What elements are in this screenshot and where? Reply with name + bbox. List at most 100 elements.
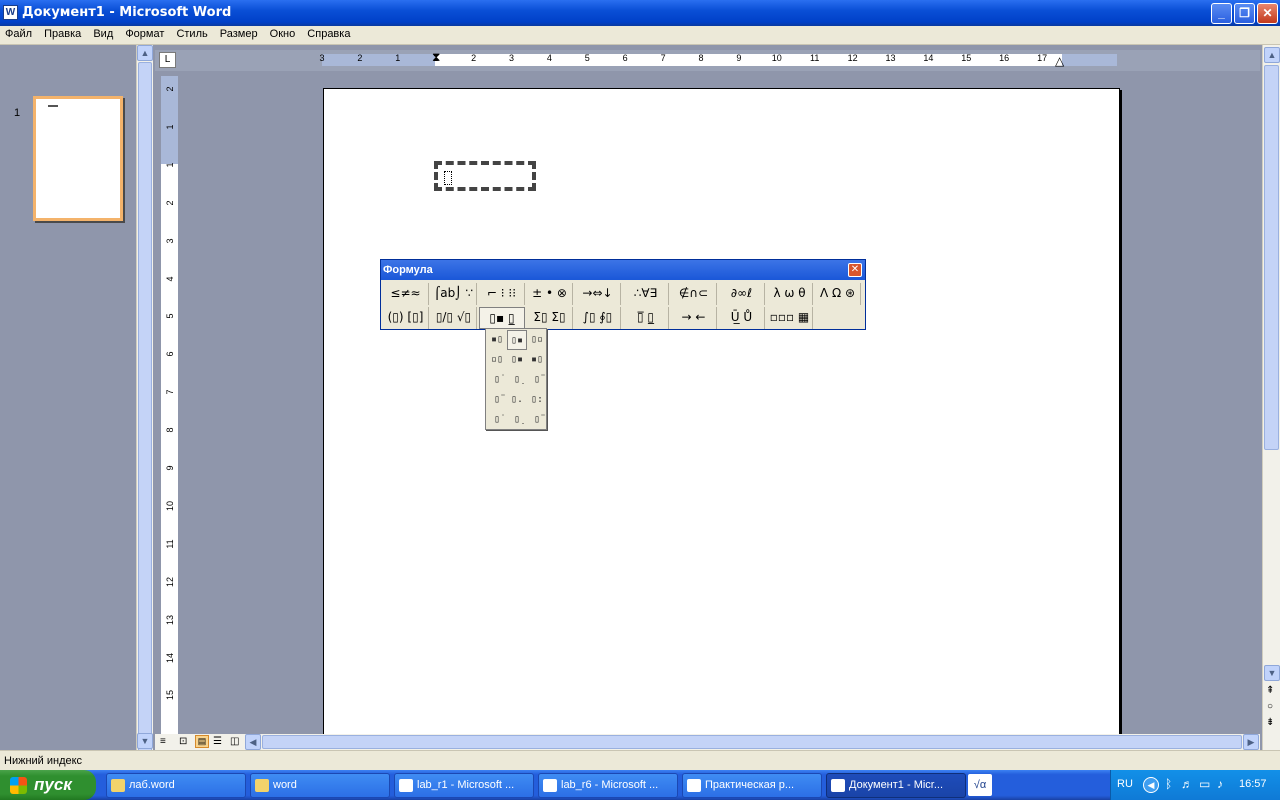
- browse-object-icon[interactable]: ○: [1267, 701, 1273, 712]
- palette-template-cell[interactable]: ▯▪: [507, 330, 527, 350]
- equation-object[interactable]: [434, 161, 536, 191]
- template-button-row1[interactable]: λ ω θ: [767, 283, 813, 305]
- template-button-row2[interactable]: (▯) [▯]: [383, 307, 429, 329]
- palette-template-cell[interactable]: ▪▯: [527, 350, 547, 370]
- template-button-row1[interactable]: ∉∩⊂: [671, 283, 717, 305]
- print-layout-view-icon[interactable]: ▤: [195, 735, 209, 748]
- word-app-icon[interactable]: W: [3, 5, 18, 20]
- thumbnail-scroll-thumb[interactable]: [138, 62, 152, 752]
- palette-template-cell[interactable]: ▯:: [527, 390, 547, 410]
- vertical-scroll-thumb[interactable]: [1264, 65, 1279, 450]
- ruler-label: 11: [810, 53, 820, 63]
- equation-slot[interactable]: [444, 171, 452, 185]
- scroll-up-icon[interactable]: ▲: [1264, 47, 1280, 63]
- outline-view-icon[interactable]: ☰: [213, 736, 222, 747]
- template-button-row1[interactable]: →⇔↓: [575, 283, 621, 305]
- thumbnail-scrollbar[interactable]: ▲ ▼: [136, 45, 153, 752]
- close-icon[interactable]: ✕: [848, 263, 862, 277]
- tab-selector-button[interactable]: L: [159, 52, 176, 68]
- horizontal-scrollbar[interactable]: ≡ ⊡ ▤ ☰ ◫ ◀ ▶: [155, 734, 1260, 750]
- taskbar-task-button[interactable]: word: [250, 773, 390, 798]
- ruler-label: 14: [165, 652, 175, 663]
- scroll-up-icon[interactable]: ▲: [137, 45, 153, 61]
- right-indent-marker-icon[interactable]: △: [1055, 54, 1064, 68]
- ruler-label: 13: [885, 53, 896, 63]
- template-button-row1[interactable]: ⌐ ⁝ ⁝⁝: [479, 283, 525, 305]
- menu-style[interactable]: Стиль: [171, 26, 211, 40]
- palette-template-cell[interactable]: ▯̈: [527, 370, 547, 390]
- taskbar-task-button[interactable]: Документ1 - Micr...: [826, 773, 966, 798]
- taskbar-task-button[interactable]: лаб.word: [106, 773, 246, 798]
- palette-template-cell[interactable]: ▯̇: [487, 410, 507, 430]
- template-button-row2[interactable]: ∫▯ ∮▯: [575, 307, 621, 329]
- taskbar-task-button[interactable]: lab_r1 - Microsoft ...: [394, 773, 534, 798]
- menu-view[interactable]: Вид: [88, 26, 117, 40]
- horizontal-scroll-thumb[interactable]: [262, 735, 1242, 749]
- menu-window[interactable]: Окно: [265, 26, 300, 40]
- palette-template-cell[interactable]: ▯̈: [527, 410, 547, 430]
- start-button[interactable]: пуск: [0, 770, 96, 800]
- template-button-row2[interactable]: ▯̅ ▯̲: [623, 307, 669, 329]
- palette-template-cell[interactable]: ▫▯: [487, 350, 507, 370]
- ruler-label: 16: [999, 53, 1010, 63]
- template-button-row1[interactable]: ± • ⊗: [527, 283, 573, 305]
- ruler-label: 2: [165, 86, 175, 92]
- sound-icon[interactable]: ♬: [1181, 777, 1193, 791]
- scroll-left-icon[interactable]: ◀: [245, 734, 261, 750]
- template-button-row2[interactable]: Σ▯ Σ▯: [527, 307, 573, 329]
- menu-help[interactable]: Справка: [302, 26, 354, 40]
- task-label: lab_r1 - Microsoft ...: [417, 779, 515, 791]
- scroll-right-icon[interactable]: ▶: [1243, 734, 1259, 750]
- minimize-button[interactable]: _: [1211, 3, 1232, 24]
- template-button-row2[interactable]: ▯/▯ √▯: [431, 307, 477, 329]
- template-button-row1[interactable]: ∂∞ℓ: [719, 283, 765, 305]
- palette-template-cell[interactable]: ▯̇: [487, 370, 507, 390]
- windows-logo-icon: [10, 777, 27, 794]
- language-indicator[interactable]: RU: [1117, 778, 1133, 790]
- reading-view-icon[interactable]: ◫: [230, 736, 239, 747]
- palette-template-cell[interactable]: ▯̈: [487, 390, 507, 410]
- template-button-row2[interactable]: → ←: [671, 307, 717, 329]
- volume-icon[interactable]: ♪: [1217, 777, 1223, 791]
- first-line-indent-marker-icon[interactable]: ⧗: [432, 50, 440, 65]
- taskbar-task-button[interactable]: lab_r6 - Microsoft ...: [538, 773, 678, 798]
- vertical-scrollbar[interactable]: ▲ ▼ ⇞ ○ ⇟: [1262, 45, 1280, 750]
- system-tray: RU ◀ ᛒ ♬ ▭ ♪ 16:57: [1110, 770, 1280, 800]
- web-view-icon[interactable]: ⊡: [179, 736, 187, 747]
- template-button-row1[interactable]: Λ Ω ⊛: [815, 283, 861, 305]
- formula-toolbar-title[interactable]: Формула: [381, 260, 865, 280]
- menu-size[interactable]: Размер: [215, 26, 262, 40]
- template-button-row1[interactable]: ∴∀∃: [623, 283, 669, 305]
- close-button[interactable]: ✕: [1257, 3, 1278, 24]
- ruler-label: 12: [165, 576, 175, 587]
- palette-template-cell[interactable]: ▯.: [507, 390, 527, 410]
- folder-icon: [111, 779, 125, 792]
- taskbar-task-button[interactable]: Практическая р...: [682, 773, 822, 798]
- template-button-row1[interactable]: ⌠ab⌡ ∵: [431, 283, 477, 305]
- scroll-down-icon[interactable]: ▼: [137, 733, 153, 749]
- chevron-left-icon[interactable]: ◀: [1143, 777, 1159, 793]
- clock[interactable]: 16:57: [1239, 778, 1267, 790]
- template-button-row1[interactable]: ≤≠≈: [383, 283, 429, 305]
- palette-template-cell[interactable]: ▯▪: [507, 350, 527, 370]
- menu-edit[interactable]: Правка: [39, 26, 85, 40]
- page-thumbnail[interactable]: [33, 96, 123, 221]
- previous-page-icon[interactable]: ⇞: [1266, 685, 1274, 696]
- palette-template-cell[interactable]: ▯̣: [507, 410, 527, 430]
- template-button-row2[interactable]: ▯▪ ▯̲: [479, 307, 525, 329]
- normal-view-icon[interactable]: ≡: [160, 736, 166, 747]
- menu-file[interactable]: Файл: [0, 26, 36, 40]
- scroll-down-icon[interactable]: ▼: [1264, 665, 1280, 681]
- formula-toolbar: Формула ✕ ≤≠≈ ⌠ab⌡ ∵ ⌐ ⁝ ⁝⁝ ± • ⊗ →⇔↓ ∴∀∃ ∉∩⊂ ∂…: [380, 259, 866, 330]
- palette-template-cell[interactable]: ▪▯: [487, 330, 507, 350]
- bluetooth-icon[interactable]: ᛒ: [1165, 777, 1172, 791]
- menu-format[interactable]: Формат: [120, 26, 168, 40]
- equation-editor-icon[interactable]: √α: [968, 774, 992, 796]
- network-icon[interactable]: ▭: [1199, 777, 1210, 791]
- next-page-icon[interactable]: ⇟: [1266, 717, 1274, 728]
- template-button-row2[interactable]: ▫▫▫ ▦: [767, 307, 813, 329]
- palette-template-cell[interactable]: ▯▫: [527, 330, 547, 350]
- template-button-row2[interactable]: Ū̲ Ů: [719, 307, 765, 329]
- restore-button[interactable]: ❐: [1234, 3, 1255, 24]
- palette-template-cell[interactable]: ▯̣: [507, 370, 527, 390]
